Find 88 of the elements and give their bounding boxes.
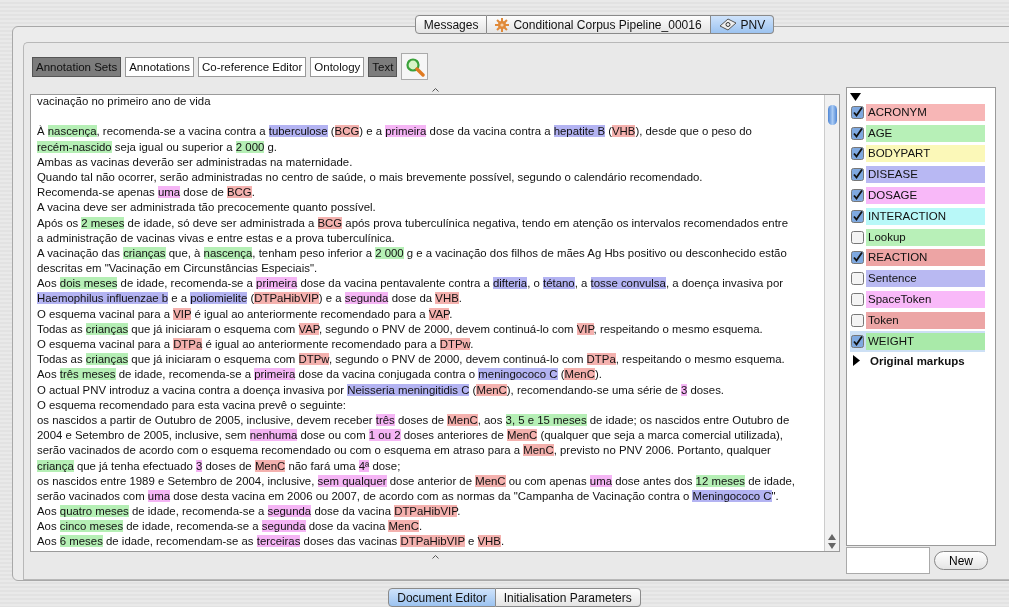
scrollbar[interactable] — [824, 95, 839, 551]
expand-triangle-icon[interactable] — [850, 93, 861, 102]
view-toggle-button[interactable]: Annotation Sets — [32, 56, 122, 77]
checkbox[interactable] — [851, 209, 864, 223]
text-line: a administração de vacinas vivas e entre estas e a prova tuberculínica. — [37, 230, 396, 246]
checkbox[interactable] — [851, 313, 864, 327]
expand-triangle-icon[interactable] — [852, 355, 861, 367]
annotation-type-row[interactable]: SpaceToken — [850, 289, 985, 310]
annotation-type-label: WEIGHT — [866, 332, 985, 350]
text-line: os nascidos entre 1989 e Setembro de 2004, inclusive, sem qualquer dose anterior de MenC ou com apenas uma dose antes dos 12 meses de idade, — [37, 473, 796, 489]
text-line: O esquema vacinal para a DTPa é igual ao anteriormente recomendado para a DTPw. — [37, 337, 475, 352]
text-line: Quando tal não ocorrer, serão administradas no centro de saúde, o mais brevemente possível, segundo o calendário recomendado. — [37, 169, 704, 185]
document-icon — [718, 18, 737, 31]
text-line: criança que já tenha efectuado 3 doses de MenC não fará uma 4ª dose; — [37, 458, 402, 474]
checkbox[interactable] — [851, 126, 864, 140]
tab[interactable]: Document Editor — [388, 588, 496, 607]
annotation-type-label: BODYPART — [866, 145, 985, 163]
view-toggle-button[interactable]: Ontology — [310, 56, 365, 77]
text-line: Ambas as vacinas deverão ser administradas na maternidade. — [37, 154, 354, 170]
new-button[interactable]: New — [934, 551, 988, 570]
annotation-type-row[interactable]: AGE — [850, 122, 985, 144]
text-line: A vacina deve ser administrada tão precocemente quanto possível. — [37, 200, 377, 216]
search-button[interactable] — [401, 53, 429, 80]
text-line: O esquema vacinal para a VIP é igual ao anteriormente recomendado para a VAP. — [37, 306, 454, 322]
checkbox[interactable] — [851, 251, 864, 265]
text-line: 2004 e Setembro de 2005, inclusive, sem nenhuma dose ou com 1 ou 2 doses anteriores de MenC (qualquer que seja a marca comercial utilizada), — [37, 428, 784, 444]
scroll-down-icon[interactable] — [828, 543, 836, 549]
checkbox[interactable] — [851, 147, 864, 161]
tab[interactable]: Messages — [414, 15, 488, 34]
text-line: O esquema recomendado para esta vacina prevê o seguinte: — [37, 397, 347, 413]
view-toggle-button[interactable]: Text — [368, 56, 398, 77]
annotation-type-label: Sentence — [866, 270, 985, 288]
text-line: os nascidos a partir de Outubro de 2005, inclusive, devem receber três doses de MenC, aos 3, 5 e 15 meses de idade; os nascidos entre Outubro de — [37, 412, 791, 428]
text-line: Aos 6 meses de idade, recomendam-se as terceiras doses das vacinas DTPaHibVIP e VHB. — [37, 534, 506, 550]
view-toggle-button[interactable]: Annotations — [125, 56, 194, 77]
checkbox[interactable] — [851, 272, 864, 286]
checkbox[interactable] — [851, 334, 864, 348]
view-toggle-button[interactable]: Co-reference Editor — [197, 56, 307, 77]
text-line: Aos três meses de idade, recomenda-se a primeira dose da vacina conjugada contra o meningococo C (MenC). — [37, 367, 603, 383]
checkbox[interactable] — [851, 189, 864, 203]
checkbox[interactable] — [851, 105, 864, 119]
annotation-type-row[interactable]: Lookup — [850, 226, 985, 248]
annotation-type-label: SpaceToken — [866, 291, 985, 309]
annotation-type-label: ACRONYM — [866, 103, 985, 121]
checkbox[interactable] — [851, 230, 864, 244]
gear-icon — [495, 17, 510, 32]
text-line: Haemophilus influenzae b e a poliomielite (DTPaHibVIP) e a segunda dose da VHB. — [37, 291, 463, 307]
text-line: A vacinação das crianças que, à nascença, tenham peso inferior a 2 000 g e a vacinação dos filhos de mães Ag Hbs positivo ou desconhecido estão — [37, 245, 788, 261]
checkbox[interactable] — [851, 293, 864, 307]
annotation-type-row[interactable]: DISEASE — [850, 164, 985, 186]
annotation-type-row[interactable]: DOSAGE — [850, 185, 985, 206]
annotation-type-label: AGE — [866, 124, 985, 142]
text-line: Aos dois meses de idade, recomenda-se a primeira dose da vacina pentavalente contra a difteria, o tétano, a tosse convulsa, a doença invasiva por — [37, 276, 785, 292]
set-name-field[interactable] — [846, 547, 930, 574]
text-editor[interactable] — [30, 94, 840, 552]
text-line: O actual PNV introduz a vacina contra a doença invasiva por Neisseria meningitidis C (MenC), recomendando-se uma série de 3 doses. — [37, 382, 725, 398]
text-line: Aos quatro meses de idade, recomenda-se a segunda dose da vacina DTPaHibVIP. — [37, 504, 462, 520]
annotation-type-label: Lookup — [866, 228, 985, 246]
text-line: À nascença, recomenda-se a vacina contra a tuberculose (BCG) e a primeira dose da vacina contra a hepatite B (VHB), desde que o peso do — [37, 124, 753, 140]
text-line: descritas em "Vacinação em Circunstâncias Especiais". — [37, 261, 319, 277]
annotation-type-label: REACTION — [866, 249, 985, 267]
annotation-type-row[interactable]: BODYPART — [850, 143, 985, 165]
annotation-set-label[interactable]: Original markups — [870, 354, 965, 367]
text-line: Todas as crianças que já iniciaram o esquema com VAP, segundo o PNV de 2000, devem continuá-lo com VIP, respeitando o mesmo esquema. — [37, 321, 764, 337]
annotation-type-row[interactable]: WEIGHT — [850, 330, 985, 352]
text-line: serão vacinados com uma dose desta vacina em 2006 ou 2007, de acordo com as normas da "Campanha de Vacinação contra o Meningococo C". — [37, 488, 780, 504]
annotation-type-label: Token — [866, 311, 985, 329]
tab[interactable]: PNV — [710, 15, 775, 34]
annotation-type-row[interactable]: ACRONYM — [850, 102, 985, 123]
checkbox[interactable] — [851, 168, 864, 182]
annotation-type-row[interactable]: Sentence — [850, 268, 985, 290]
text-line: Aos cinco meses de idade, recomenda-se a segunda dose da vacina MenC. — [37, 519, 424, 535]
text-line: serão vacinados de acordo com o esquema recomendado ou com o esquema em atraso para a MenC, previsto no PNV 2006. Portanto, qualquer — [37, 443, 772, 459]
annotation-type-row[interactable]: REACTION — [850, 247, 985, 269]
annotation-type-row[interactable]: INTERACTION — [850, 206, 985, 227]
text-line: vacinação no primeiro ano de vida — [37, 95, 212, 109]
annotation-type-label: DISEASE — [866, 166, 985, 184]
scroll-up-icon[interactable] — [828, 534, 836, 540]
tab[interactable]: Conditional Corpus Pipeline_00016 — [487, 15, 711, 34]
annotation-type-row[interactable]: Token — [850, 309, 985, 331]
text-line: recém-nascido seja igual ou superior a 2 000 g. — [37, 139, 278, 155]
annotation-type-label: INTERACTION — [866, 207, 985, 225]
scroll-thumb[interactable] — [827, 105, 837, 125]
text-line: Após os 2 meses de idade, só deve ser administrada a BCG após prova tuberculínica negativa, tendo em atenção os intervalos recomendados entre — [37, 215, 789, 231]
tab[interactable]: Initialisation Parameters — [495, 588, 641, 607]
text-line: Todas as crianças que já iniciaram o esquema com DTPw, segundo o PNV de 2000, devem continuá-lo com DTPa, respeitando o mesmo esquema. — [37, 352, 786, 368]
annotation-type-label: DOSAGE — [866, 187, 985, 205]
text-line: Recomenda-se apenas uma dose de BCG. — [37, 185, 256, 201]
